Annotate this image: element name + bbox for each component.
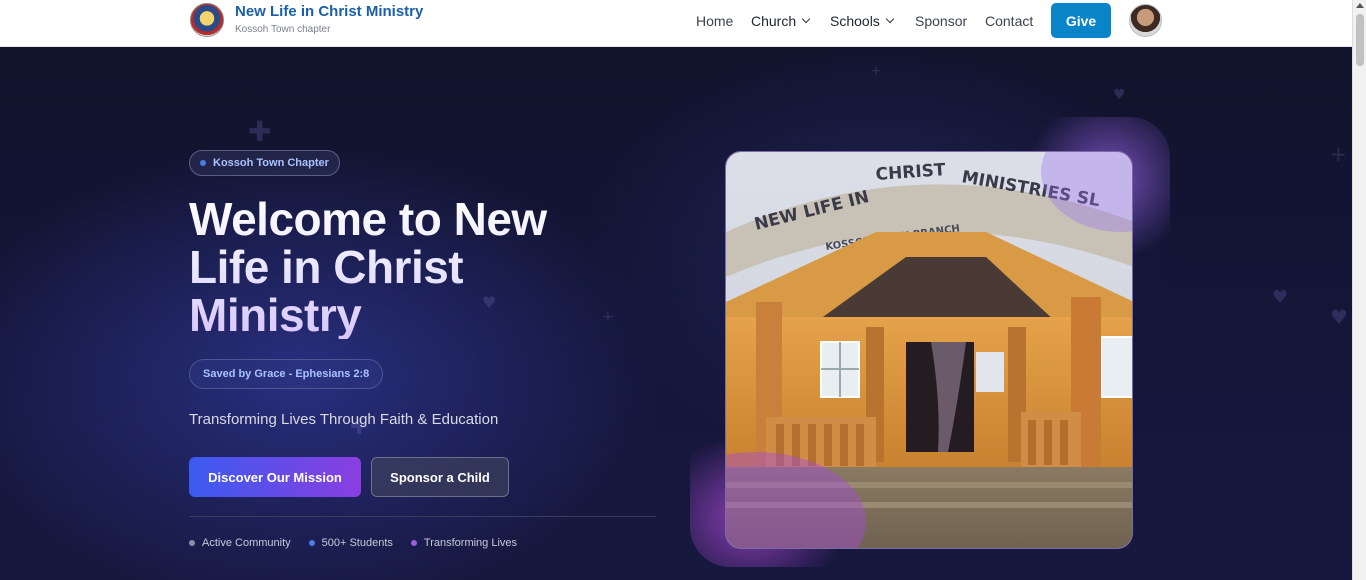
hero-tagline: Transforming Lives Through Faith & Educa… <box>189 411 499 428</box>
verse-badge: Saved by Grace - Ephesians 2:8 <box>189 359 384 389</box>
brand-subtitle: Kossoh Town chapter <box>235 24 331 35</box>
ministry-logo-icon <box>190 3 224 37</box>
sponsor-child-button[interactable]: Sponsor a Child <box>371 457 509 497</box>
divider <box>189 516 656 517</box>
nav-schools-dropdown[interactable]: Schools <box>830 13 895 29</box>
nav-schools-label: Schools <box>830 13 880 29</box>
church-building-photo: NEW LIFE IN CHRIST MINISTRIES SL KOSSOH … <box>725 151 1133 549</box>
heart-icon: ♥ <box>1272 287 1289 308</box>
heart-icon: ♥ <box>1330 305 1348 329</box>
nav-home-link[interactable]: Home <box>696 13 733 29</box>
hero-stats: Active Community 500+ Students Transform… <box>189 537 517 549</box>
stat-dot-icon <box>308 540 315 546</box>
nav-church-dropdown[interactable]: Church <box>751 13 811 29</box>
nav-church-label: Church <box>751 13 797 29</box>
chevron-down-icon <box>885 14 895 24</box>
stat-item: Active Community <box>189 537 291 549</box>
stat-dot-icon <box>410 540 417 546</box>
vertical-scrollbar[interactable] <box>1352 0 1366 580</box>
scroll-up-arrow-icon[interactable] <box>1356 3 1364 8</box>
stat-item: Transforming Lives <box>410 537 518 549</box>
hero-title: Welcome to New Life in Christ Ministry <box>189 195 629 339</box>
chevron-down-icon <box>801 14 811 24</box>
heart-icon: ♥ <box>1113 87 1126 103</box>
chapter-badge-label: Kossoh Town Chapter <box>213 157 329 169</box>
church-building-illustration: NEW LIFE IN CHRIST MINISTRIES SL KOSSOH … <box>726 152 1132 548</box>
chapter-dot-icon <box>200 160 206 166</box>
give-button[interactable]: Give <box>1051 3 1111 38</box>
cross-icon: + <box>870 63 882 79</box>
nav-sponsor-link[interactable]: Sponsor <box>915 13 967 29</box>
scroll-thumb[interactable] <box>1356 14 1364 66</box>
brand[interactable]: New Life in Christ Ministry Kossoh Town … <box>190 3 423 37</box>
stat-item: 500+ Students <box>308 537 393 549</box>
chapter-badge: Kossoh Town Chapter <box>189 150 340 176</box>
brand-title: New Life in Christ Ministry <box>235 3 424 20</box>
stat-label: Transforming Lives <box>423 537 518 549</box>
cross-icon: ✚ <box>248 115 272 148</box>
hero-section: ✚ + + + ✚ ♥ ♥ ♥ ♥ Kossoh Town Chapter We… <box>0 47 1352 580</box>
discover-mission-button[interactable]: Discover Our Mission <box>189 457 361 497</box>
user-avatar[interactable] <box>1129 4 1162 37</box>
cross-icon: + <box>1330 142 1347 166</box>
stat-dot-icon <box>189 540 195 546</box>
top-navigation-bar: New Life in Christ Ministry Kossoh Town … <box>0 0 1352 47</box>
brand-text: New Life in Christ Ministry Kossoh Town … <box>235 3 423 37</box>
stat-label: Active Community <box>202 537 291 549</box>
nav-contact-link[interactable]: Contact <box>985 13 1033 29</box>
stat-label: 500+ Students <box>321 537 393 549</box>
